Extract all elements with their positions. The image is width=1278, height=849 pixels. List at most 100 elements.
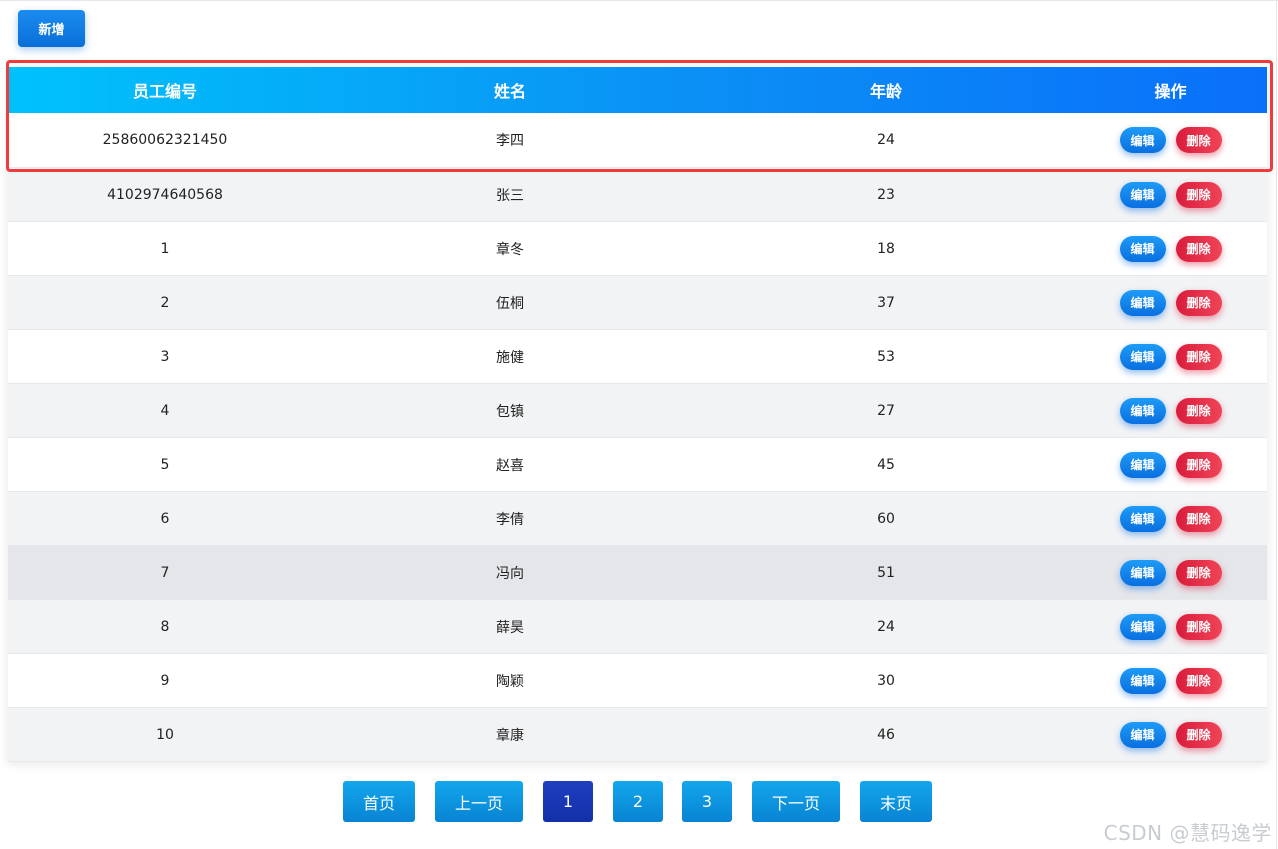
cell-actions: 编辑 删除 [1074,599,1267,654]
cell-name: 李四 [322,113,698,168]
cell-employee-id: 9 [8,653,322,708]
cell-employee-id: 6 [8,491,322,546]
edit-button[interactable]: 编辑 [1119,451,1166,478]
cell-age: 45 [698,437,1074,492]
delete-button[interactable]: 删除 [1175,397,1222,424]
cell-actions: 编辑 删除 [1074,437,1267,492]
cell-employee-id: 5 [8,437,322,492]
first-page-button[interactable]: 首页 [343,781,415,822]
row-actions: 编辑 删除 [1074,289,1267,316]
row-actions: 编辑 删除 [1074,343,1267,370]
cell-name: 冯向 [322,545,698,600]
cell-name: 伍桐 [322,275,698,330]
table-row: 9 陶颖 30 编辑 删除 [8,653,1267,708]
table-header-row: 员工编号 姓名 年龄 操作 [8,67,1267,113]
cell-actions: 编辑 删除 [1074,167,1267,222]
cell-actions: 编辑 删除 [1074,275,1267,330]
table-row: 7 冯向 51 编辑 删除 [8,545,1267,600]
next-page-button[interactable]: 下一页 [752,781,840,822]
edit-button[interactable]: 编辑 [1119,667,1166,694]
table-row: 4 包镇 27 编辑 删除 [8,383,1267,438]
row-actions: 编辑 删除 [1074,721,1267,748]
edit-button[interactable]: 编辑 [1119,505,1166,532]
cell-actions: 编辑 删除 [1074,545,1267,600]
cell-age: 37 [698,275,1074,330]
table-row: 5 赵喜 45 编辑 删除 [8,437,1267,492]
cell-employee-id: 4102974640568 [8,167,322,222]
cell-name: 包镇 [322,383,698,438]
row-actions: 编辑 删除 [1074,181,1267,208]
header-employee-id: 员工编号 [132,82,197,101]
table-body: 25860062321450 李四 24 编辑 删除 4102974640568 张三 23 编… [8,113,1267,762]
edit-button[interactable]: 编辑 [1119,289,1166,316]
row-actions: 编辑 删除 [1074,235,1267,262]
cell-name: 张三 [322,167,698,222]
table-row: 8 薛昊 24 编辑 删除 [8,599,1267,654]
table-row: 10 章康 46 编辑 删除 [8,707,1267,762]
row-actions: 编辑 删除 [1074,559,1267,586]
header-name: 姓名 [493,82,526,101]
edit-button[interactable]: 编辑 [1119,127,1166,153]
delete-button[interactable]: 删除 [1175,181,1222,208]
delete-button[interactable]: 删除 [1175,667,1222,694]
cell-age: 53 [698,329,1074,384]
row-actions: 编辑 删除 [1074,505,1267,532]
watermark: CSDN @慧码逸学 [1103,821,1272,845]
cell-employee-id: 10 [8,707,322,762]
edit-button[interactable]: 编辑 [1119,235,1166,262]
table-row: 3 施健 53 编辑 删除 [8,329,1267,384]
row-actions: 编辑 删除 [1074,397,1267,424]
row-actions: 编辑 删除 [1074,451,1267,478]
delete-button[interactable]: 删除 [1175,721,1222,748]
employee-table-container: 员工编号 姓名 年龄 操作 25860062321450 李四 24 编辑 删除 4102… [8,67,1267,762]
page: 新增 员工编号 姓名 年龄 操作 25860062321450 李四 24 编辑 删除 4… [0,0,1278,849]
edit-button[interactable]: 编辑 [1119,343,1166,370]
cell-actions: 编辑 删除 [1074,329,1267,384]
cell-age: 24 [698,599,1074,654]
cell-age: 24 [698,113,1074,168]
row-actions: 编辑 删除 [1074,613,1267,640]
delete-button[interactable]: 删除 [1175,343,1222,370]
row-actions: 编辑 删除 [1074,127,1267,153]
delete-button[interactable]: 删除 [1175,235,1222,262]
cell-name: 赵喜 [322,437,698,492]
delete-button[interactable]: 删除 [1175,505,1222,532]
cell-age: 30 [698,653,1074,708]
cell-name: 薛昊 [322,599,698,654]
edit-button[interactable]: 编辑 [1119,613,1166,640]
add-button[interactable]: 新增 [18,10,85,47]
prev-page-button[interactable]: 上一页 [435,781,523,822]
table-row: 1 章冬 18 编辑 删除 [8,221,1267,276]
cell-employee-id: 4 [8,383,322,438]
delete-button[interactable]: 删除 [1175,127,1222,153]
cell-age: 23 [698,167,1074,222]
cell-employee-id: 7 [8,545,322,600]
cell-employee-id: 2 [8,275,322,330]
table-row: 4102974640568 张三 23 编辑 删除 [8,167,1267,222]
edit-button[interactable]: 编辑 [1119,721,1166,748]
cell-actions: 编辑 删除 [1074,707,1267,762]
pagination: 首页 上一页 1 2 3 下一页 末页 [0,781,1278,822]
last-page-button[interactable]: 末页 [860,781,932,822]
delete-button[interactable]: 删除 [1175,289,1222,316]
page-button-3[interactable]: 3 [682,781,732,822]
delete-button[interactable]: 删除 [1175,613,1222,640]
right-border-line [1276,1,1277,849]
delete-button[interactable]: 删除 [1175,559,1222,586]
table-row: 25860062321450 李四 24 编辑 删除 [8,113,1267,168]
cell-actions: 编辑 删除 [1074,383,1267,438]
edit-button[interactable]: 编辑 [1119,559,1166,586]
page-button-1[interactable]: 1 [543,781,593,822]
cell-employee-id: 1 [8,221,322,276]
header-age: 年龄 [869,82,902,101]
page-button-2[interactable]: 2 [613,781,663,822]
table-row: 2 伍桐 37 编辑 删除 [8,275,1267,330]
edit-button[interactable]: 编辑 [1119,181,1166,208]
cell-age: 51 [698,545,1074,600]
delete-button[interactable]: 删除 [1175,451,1222,478]
table-row: 6 李倩 60 编辑 删除 [8,491,1267,546]
cell-employee-id: 3 [8,329,322,384]
edit-button[interactable]: 编辑 [1119,397,1166,424]
cell-age: 60 [698,491,1074,546]
cell-actions: 编辑 删除 [1074,491,1267,546]
